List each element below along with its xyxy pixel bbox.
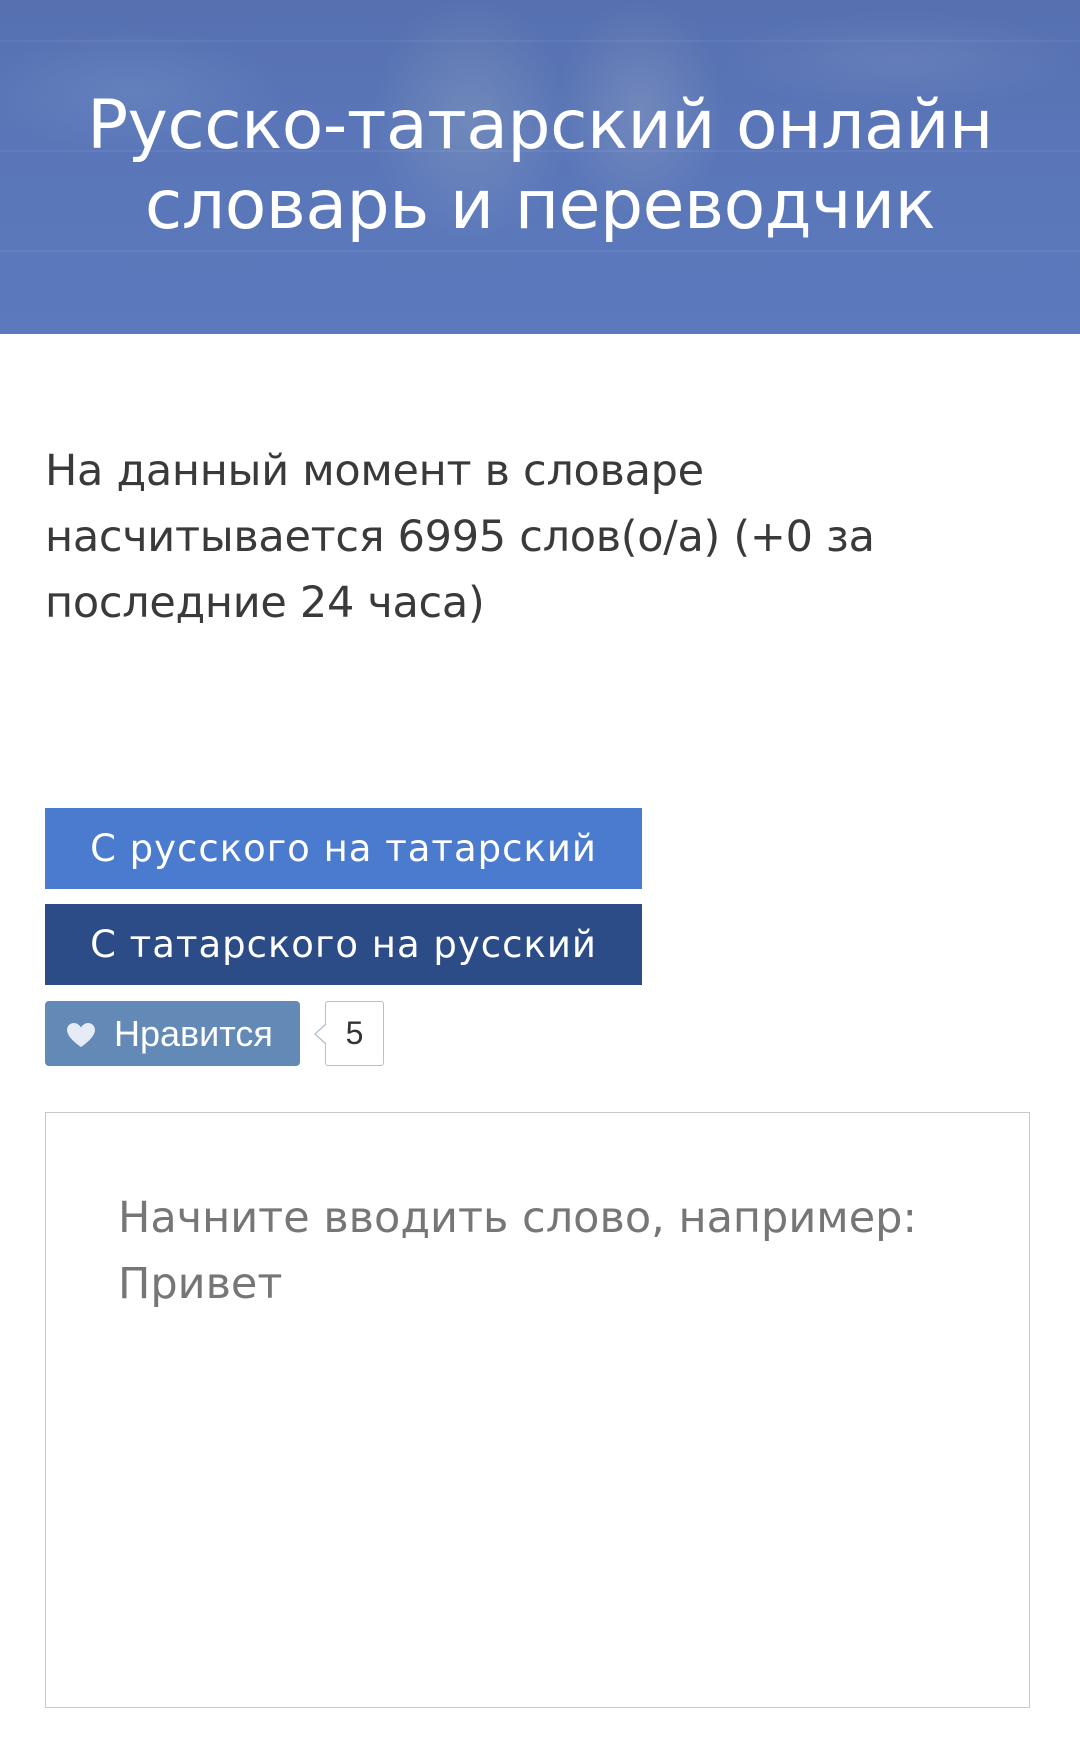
page-title: Русско-татарский онлайн словарь и перево… <box>87 86 993 245</box>
like-label: Нравится <box>114 1013 273 1054</box>
search-box[interactable] <box>45 1112 1030 1708</box>
badge-notch-inner <box>316 1024 327 1044</box>
like-count-badge: 5 <box>314 1001 384 1066</box>
like-count: 5 <box>345 1015 364 1051</box>
search-input[interactable] <box>118 1185 978 1665</box>
heart-icon <box>67 1023 95 1047</box>
russian-to-tatar-button[interactable]: С русского на татарский <box>45 808 642 889</box>
water-ripple <box>0 250 1080 252</box>
like-button[interactable]: Нравится <box>45 1001 300 1066</box>
tatar-to-russian-button[interactable]: С татарского на русский <box>45 904 642 985</box>
dictionary-stats-text: На данный момент в словаре насчитывается… <box>45 446 875 628</box>
hero-banner: Русско-татарский онлайн словарь и перево… <box>0 0 1080 334</box>
water-ripple <box>0 40 1080 42</box>
